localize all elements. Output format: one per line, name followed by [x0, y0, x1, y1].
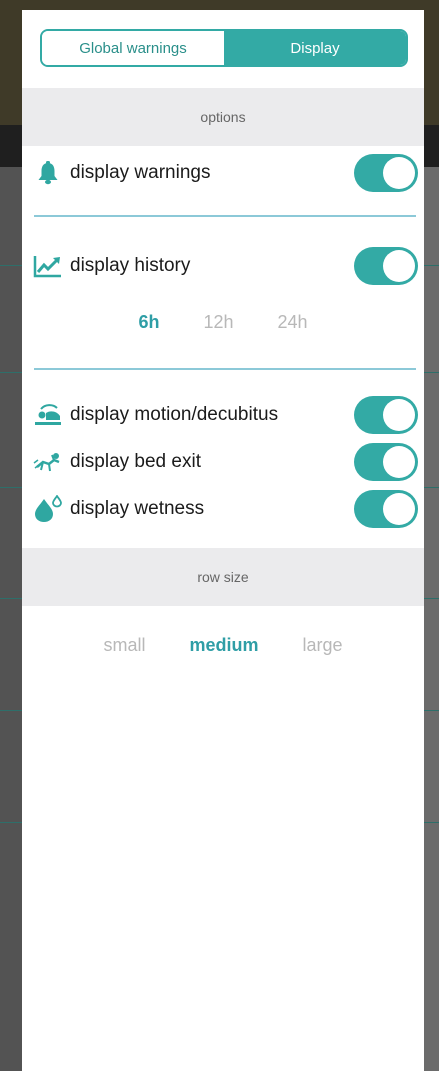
display-warnings-row: display warnings [32, 153, 418, 193]
display-wetness-toggle[interactable] [354, 490, 418, 528]
chart-icon [32, 250, 64, 282]
tab-global-warnings[interactable]: Global warnings [42, 31, 224, 65]
row-size-medium[interactable]: medium [189, 635, 258, 656]
display-wetness-label: display wetness [70, 498, 205, 519]
row-size-selector: small medium large [22, 635, 424, 656]
tab-display[interactable]: Display [224, 31, 406, 65]
display-motion-label: display motion/decubitus [70, 404, 279, 425]
display-wetness-row: display wetness [32, 489, 418, 529]
display-motion-row: display motion/decubitus [32, 395, 418, 435]
display-bed-exit-toggle[interactable] [354, 443, 418, 481]
display-settings-panel: Global warnings Display options display … [22, 10, 424, 1071]
toggle-knob [383, 250, 415, 282]
row-size-large[interactable]: large [303, 635, 343, 656]
toggle-knob [383, 399, 415, 431]
display-motion-toggle[interactable] [354, 396, 418, 434]
display-history-row: display history [32, 246, 418, 286]
options-header-label: options [200, 109, 246, 125]
row-size-header-label: row size [197, 569, 249, 585]
display-history-toggle[interactable] [354, 247, 418, 285]
wetness-icon [32, 493, 64, 525]
bell-icon [32, 157, 64, 189]
display-bed-exit-label: display bed exit [70, 451, 201, 472]
toggle-knob [383, 493, 415, 525]
toggle-knob [383, 157, 415, 189]
row-size-small[interactable]: small [103, 635, 145, 656]
row-size-section-header: row size [22, 548, 424, 606]
divider [34, 215, 416, 217]
display-warnings-label: display warnings [70, 162, 211, 183]
history-range-24h[interactable]: 24h [278, 312, 308, 333]
options-section-header: options [22, 88, 424, 146]
toggle-knob [383, 446, 415, 478]
history-range-12h[interactable]: 12h [203, 312, 233, 333]
settings-tab-bar: Global warnings Display [40, 29, 408, 67]
history-range-selector: 6h 12h 24h [22, 312, 424, 333]
display-bed-exit-row: display bed exit [32, 442, 418, 482]
motion-icon [32, 399, 64, 431]
divider [34, 368, 416, 370]
bed-exit-icon [32, 446, 64, 478]
display-warnings-toggle[interactable] [354, 154, 418, 192]
background-scroll-strip [424, 167, 439, 1071]
history-range-6h[interactable]: 6h [138, 312, 159, 333]
display-history-label: display history [70, 255, 191, 276]
